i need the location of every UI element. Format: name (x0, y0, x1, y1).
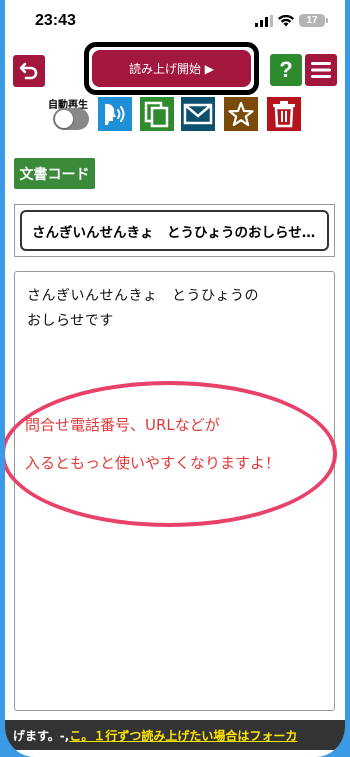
back-arrow-icon (19, 62, 38, 80)
status-time: 23:43 (35, 12, 76, 29)
ticker-link[interactable]: こ。１行ずつ読み上げたい場合はフォーカ (69, 727, 297, 744)
favorite-button[interactable] (224, 97, 258, 131)
mail-icon (183, 103, 213, 125)
read-start-label: 読み上げ開始 ▶ (128, 62, 215, 76)
help-button[interactable]: ? (270, 54, 302, 86)
toggle-knob (55, 110, 73, 128)
body-line: さんぎいんせんきょ とうひょうの (27, 288, 259, 304)
speak-button[interactable] (98, 97, 132, 131)
trash-icon (273, 101, 295, 128)
back-button[interactable] (13, 55, 45, 87)
speak-icon (105, 103, 125, 125)
hamburger-icon (311, 62, 331, 78)
document-code-button[interactable]: 文書コード (14, 158, 95, 189)
battery-level: 17 (306, 15, 318, 26)
document-code-label: 文書コード (19, 166, 90, 183)
document-body: さんぎいんせんきょ とうひょうの おしらせです (27, 284, 322, 334)
hint-text: 入るともっと使いやすくなりますよ！ (25, 454, 281, 472)
signal-icon (255, 14, 273, 27)
document-title-field[interactable]: さんぎいんせんきょ とうひょうのおしらせです (20, 210, 329, 251)
document-title: さんぎいんせんきょ とうひょうのおしらせです (32, 224, 317, 241)
read-start-button[interactable]: 読み上げ開始 ▶ (92, 50, 251, 87)
read-start-highlight: 読み上げ開始 ▶ (84, 42, 259, 95)
battery-icon: 17 (299, 14, 328, 27)
wifi-icon (278, 14, 294, 26)
ticker-bar: げます。-, こ。１行ずつ読み上げたい場合はフォーカ (5, 720, 345, 750)
status-bar: 23:43 17 (5, 0, 345, 44)
copy-button[interactable] (140, 97, 174, 131)
title-container: さんぎいんせんきょ とうひょうのおしらせです (14, 204, 335, 257)
ticker-text: げます。-, (13, 728, 70, 743)
copy-icon (144, 101, 169, 128)
star-icon (228, 101, 254, 127)
help-label: ? (279, 57, 293, 82)
mail-button[interactable] (181, 97, 215, 131)
delete-button[interactable] (267, 97, 301, 131)
status-icons: 17 (255, 14, 328, 27)
app-screen: 23:43 17 読み上げ開始 ▶ ? 自動再生 文書コード さんぎいんせんきょ… (5, 0, 345, 757)
menu-button[interactable] (305, 54, 337, 86)
auto-play-toggle[interactable] (53, 108, 89, 130)
body-line: おしらせです (27, 313, 114, 329)
hint-text: 問合せ電話番号、URLなどが (25, 416, 220, 434)
